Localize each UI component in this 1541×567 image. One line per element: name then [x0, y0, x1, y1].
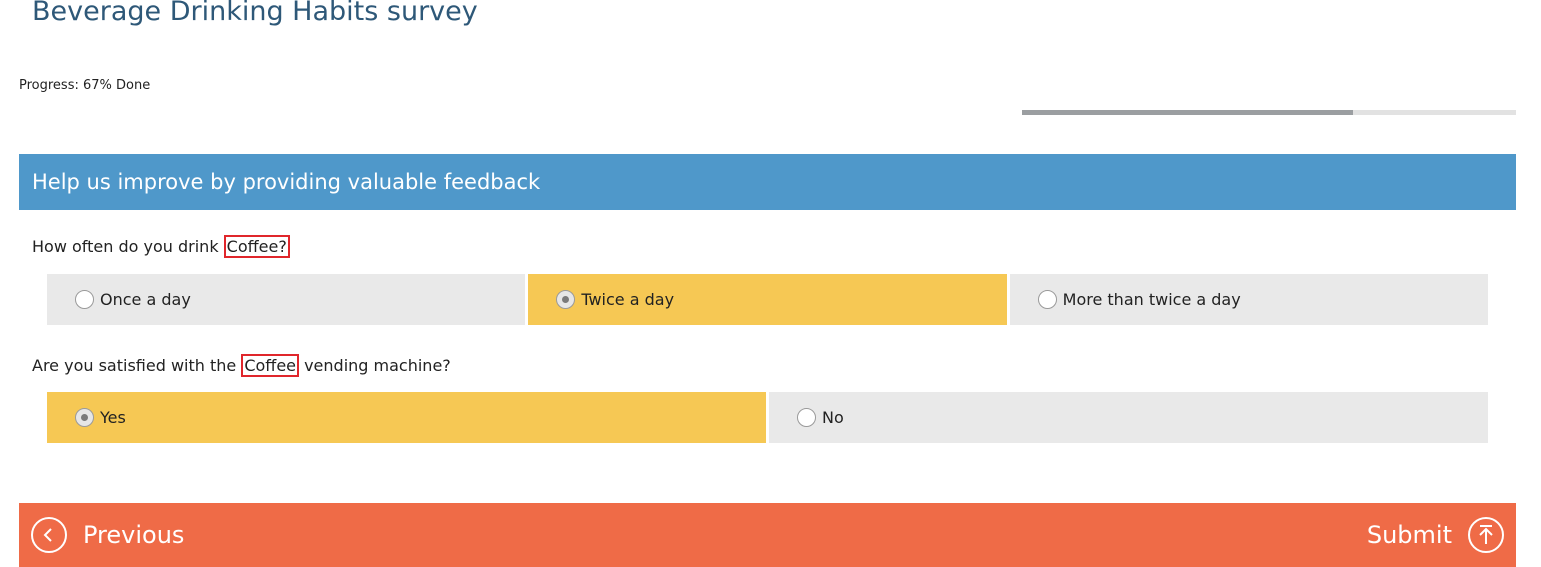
option-once-a-day[interactable]: Once a day — [47, 274, 526, 325]
arrow-up-circle-icon[interactable] — [1468, 517, 1504, 553]
question-text-prefix: How often do you drink — [32, 237, 224, 256]
section-header: Help us improve by providing valuable fe… — [19, 154, 1516, 210]
option-more-than-twice-a-day[interactable]: More than twice a day — [1009, 274, 1488, 325]
submit-button[interactable]: Submit — [1367, 503, 1504, 567]
previous-label: Previous — [83, 521, 185, 549]
radio-button[interactable] — [797, 408, 816, 427]
option-label: More than twice a day — [1062, 290, 1241, 309]
chevron-left-circle-icon[interactable] — [31, 517, 67, 553]
progress-bar — [1022, 110, 1516, 115]
option-label: Twice a day — [581, 290, 675, 309]
option-yes[interactable]: Yes — [47, 392, 766, 443]
submit-label: Submit — [1366, 521, 1452, 549]
question-highlight: Coffee? — [223, 235, 290, 258]
option-label: Yes — [100, 408, 126, 427]
radio-button[interactable] — [556, 290, 576, 309]
previous-button[interactable]: Previous — [31, 503, 184, 567]
radio-button[interactable] — [75, 290, 94, 309]
progress-bar-fill — [1022, 110, 1353, 115]
option-twice-a-day[interactable]: Twice a day — [528, 274, 1007, 325]
option-label: Once a day — [100, 290, 191, 309]
radio-button[interactable] — [1037, 290, 1057, 309]
survey-title: Beverage Drinking Habits survey — [32, 0, 478, 27]
question-drink-frequency: How often do you drink Coffee? — [32, 235, 290, 258]
vending-satisfaction-options: Yes No — [47, 392, 1488, 443]
navigation-footer: Previous Submit — [19, 503, 1516, 567]
radio-button[interactable] — [75, 408, 94, 427]
drink-frequency-options: Once a day Twice a day More than twice a… — [47, 274, 1488, 325]
option-no[interactable]: No — [769, 392, 1488, 443]
question-vending-satisfaction: Are you satisfied with the Coffee vendin… — [32, 354, 451, 377]
question-highlight: Coffee — [241, 354, 299, 377]
question-text-suffix: vending machine? — [299, 356, 451, 375]
option-label: No — [822, 408, 844, 427]
question-text-prefix: Are you satisfied with the — [32, 356, 242, 375]
progress-label: Progress: 67% Done — [19, 78, 151, 93]
